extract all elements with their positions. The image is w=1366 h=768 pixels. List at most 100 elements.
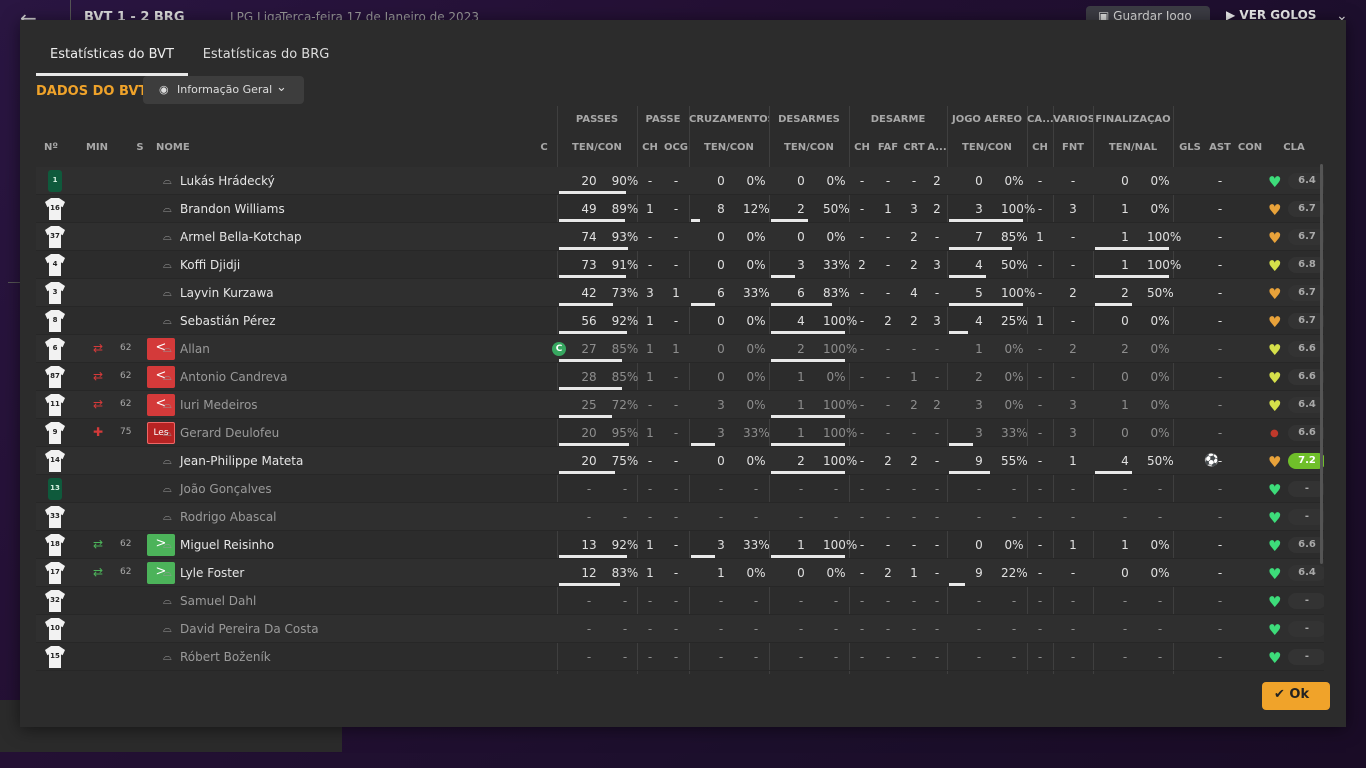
stat-cell: - [673, 482, 679, 496]
column-header[interactable]: AST [1206, 142, 1234, 153]
condition-heart-green-icon: ♥ [1268, 593, 1282, 611]
view-dropdown[interactable]: ◉ Informação Geral ⌄ [143, 76, 304, 104]
column-header[interactable]: GLS [1176, 142, 1204, 153]
stat-cell: - [934, 566, 940, 580]
player-name[interactable]: Rodrigo Abascal [180, 510, 277, 524]
table-row[interactable]: 1 ⌓ Lukás Hrádecký 20 90% - -0 0% 0 0% - - -2 0 0% - -0 0… [36, 167, 1324, 195]
player-name[interactable]: Armel Bella-Kotchap [180, 230, 302, 244]
scrollbar[interactable] [1320, 164, 1323, 564]
column-header[interactable]: OCG [663, 142, 689, 153]
table-row[interactable]: 8 ⌓ Sebastián Pérez 56 92% 1-0 0% 4 100% -2 2 3 4 25%… [36, 307, 1324, 335]
table-row[interactable]: 16 ⌓ Brandon Williams 49 89% 1-8 12% 2 50% -1 3 2 3 1… [36, 195, 1324, 223]
column-header[interactable]: MIN [84, 142, 110, 153]
stat-cell: - [673, 510, 679, 524]
player-name[interactable]: David Pereira Da Costa [180, 622, 319, 636]
table-row[interactable]: 32 ⌓ Samuel Dahl - - - - - - - - - - - - - - - - - - - ♥ - [36, 587, 1324, 615]
column-header[interactable]: S [132, 142, 148, 153]
table-row[interactable]: 13 ⌓ João Gonçalves - - - - - - - - - - - - - - - - - - - ♥ - [36, 475, 1324, 503]
table-row[interactable]: 9 ✚ 75 Les ⌓ Gerard Deulofeu 20 95% 1-3 33% 1 100% -… [36, 419, 1324, 447]
stat-cell: - [1037, 258, 1043, 272]
progress-bar [559, 191, 626, 194]
column-header[interactable]: Nº [44, 142, 66, 153]
table-row[interactable]: 15 ⌓ Róbert Boženík - - - - - - - - - - - - - - - - - - - ♥ - [36, 643, 1324, 671]
table-row[interactable]: 3 ⌓ Layvin Kurzawa 42 73% 3 1 6 33% 6 83% - -4-5 100%… [36, 279, 1324, 307]
column-header[interactable]: FAF [875, 142, 901, 153]
table-row[interactable]: 33 ⌓ Rodrigo Abascal - - - - - - - - - - - - - - - - - - - ♥ - [36, 503, 1324, 531]
tab-bvt-stats[interactable]: Estatísticas do BVT [36, 20, 188, 76]
stat-cell: - [673, 594, 679, 608]
tab-brg-stats[interactable]: Estatísticas do BRG [196, 20, 336, 76]
stat-cell: 2 [933, 398, 941, 412]
table-row[interactable]: 4 ⌓ Koffi Djidji 73 91% - -0 0% 3 33% 2-2 3 4 50% - -1 1… [36, 251, 1324, 279]
table-row[interactable]: 18 ⇄ 62 > ⌓ Miguel Reisinho 13 92% 1-3 33% 1 100% - -… [36, 531, 1324, 559]
stat-cell: 0% [746, 342, 766, 356]
table-row[interactable]: 87 ⇄ 62 < ⌓ Antonio Candreva 28 85% 1-0 0% 1 0% - -1-… [36, 363, 1324, 391]
player-name[interactable]: Róbert Boženík [180, 650, 271, 664]
substitution-icon: ⇄ [93, 397, 104, 411]
player-name[interactable]: Brandon Williams [180, 202, 285, 216]
column-header[interactable]: A... [927, 142, 947, 153]
stat-cell: - [718, 594, 724, 608]
player-name[interactable]: João Gonçalves [180, 482, 272, 496]
player-name[interactable]: Lukás Hrádecký [180, 174, 275, 188]
table-row[interactable]: 10 ⌓ David Pereira Da Costa - - - - - - - - - - - - - - -… [36, 615, 1324, 643]
column-header[interactable]: TEN/CON [689, 142, 769, 153]
condition-heart-green-icon: ♥ [1268, 565, 1282, 583]
column-header[interactable]: CH [1027, 142, 1053, 153]
stat-cell: 100% [823, 398, 858, 412]
table-row[interactable]: 11 ⇄ 62 < ⌓ Iuri Medeiros 25 72% - -3 0% 1 100% - -2 2 3… [36, 391, 1324, 419]
condition-heart-orange-icon: ♥ [1268, 313, 1282, 331]
column-header[interactable]: TEN/CON [557, 142, 637, 153]
stat-cell: - [859, 230, 865, 244]
column-header[interactable]: TEN/NAL [1093, 142, 1173, 153]
player-name[interactable]: Jean-Philippe Mateta [180, 454, 303, 468]
progress-bar [559, 247, 628, 250]
stat-cell: - [1011, 594, 1017, 608]
stat-cell: 0% [1150, 342, 1170, 356]
stat-cell: - [673, 622, 679, 636]
condition-heart-yellow-icon: ♥ [1268, 257, 1282, 275]
stat-cell: - [885, 510, 891, 524]
column-header[interactable]: CH [849, 142, 875, 153]
table-row[interactable]: 17 ⇄ 62 > ⌓ Lyle Foster 12 83% 1-1 0% 0 0% -2 1-9 22% -… [36, 559, 1324, 587]
player-name[interactable]: Lyle Foster [180, 566, 244, 580]
condition-heart-green-icon: ♥ [1268, 481, 1282, 499]
group-header: CA... [1027, 114, 1053, 125]
column-header[interactable]: CLA [1272, 142, 1316, 153]
column-header[interactable]: TEN/CON [769, 142, 849, 153]
stat-cell: 25% [1001, 314, 1028, 328]
column-header[interactable]: FNT [1053, 142, 1093, 153]
progress-bar [771, 331, 845, 334]
stat-cell: - [934, 482, 940, 496]
player-name[interactable]: Koffi Djidji [180, 258, 240, 272]
column-header[interactable]: NOME [156, 142, 206, 153]
stat-cell: 2 [910, 314, 918, 328]
player-name[interactable]: Sebastián Pérez [180, 314, 276, 328]
player-name[interactable]: Antonio Candreva [180, 370, 287, 384]
column-header[interactable]: CH [637, 142, 663, 153]
table-row[interactable]: 6 ⇄ 62 < ⌓ Allan C 27 85% 1 1 0 0% 2 100% - - - -1 0% -2 2 0% -… [36, 335, 1324, 363]
player-name[interactable]: Iuri Medeiros [180, 398, 258, 412]
player-name[interactable]: Gerard Deulofeu [180, 426, 279, 440]
player-name[interactable]: Samuel Dahl [180, 594, 256, 608]
group-header: CRUZAMENTOS [689, 114, 769, 125]
stat-cell: - [1037, 202, 1043, 216]
column-header[interactable]: C [536, 142, 552, 153]
stat-cell: 2 [1121, 286, 1129, 300]
stat-cell: - [586, 622, 592, 636]
player-name[interactable]: Miguel Reisinho [180, 538, 274, 552]
table-row[interactable]: 37 ⌓ Armel Bella-Kotchap 74 93% - -0 0% 0 0% - -2-7… [36, 223, 1324, 251]
column-header[interactable]: CRT [901, 142, 927, 153]
table-row[interactable]: 14 ⌓ Jean-Philippe Mateta 20 75% - -0 0% 2 100% -2… [36, 447, 1324, 475]
column-header[interactable]: CON [1236, 142, 1264, 153]
column-header[interactable]: TEN/CON [947, 142, 1027, 153]
stat-cell: 95% [611, 426, 639, 440]
stat-cell: - [1217, 230, 1223, 244]
ok-button[interactable]: ✔ Ok [1262, 682, 1330, 710]
stat-cell: - [1037, 286, 1043, 300]
rating-badge: 6.6 [1288, 369, 1324, 385]
shirt-number-icon: 32 [45, 590, 65, 612]
player-name[interactable]: Layvin Kurzawa [180, 286, 274, 300]
stat-cell: - [1070, 370, 1076, 384]
player-name[interactable]: Allan [180, 342, 210, 356]
